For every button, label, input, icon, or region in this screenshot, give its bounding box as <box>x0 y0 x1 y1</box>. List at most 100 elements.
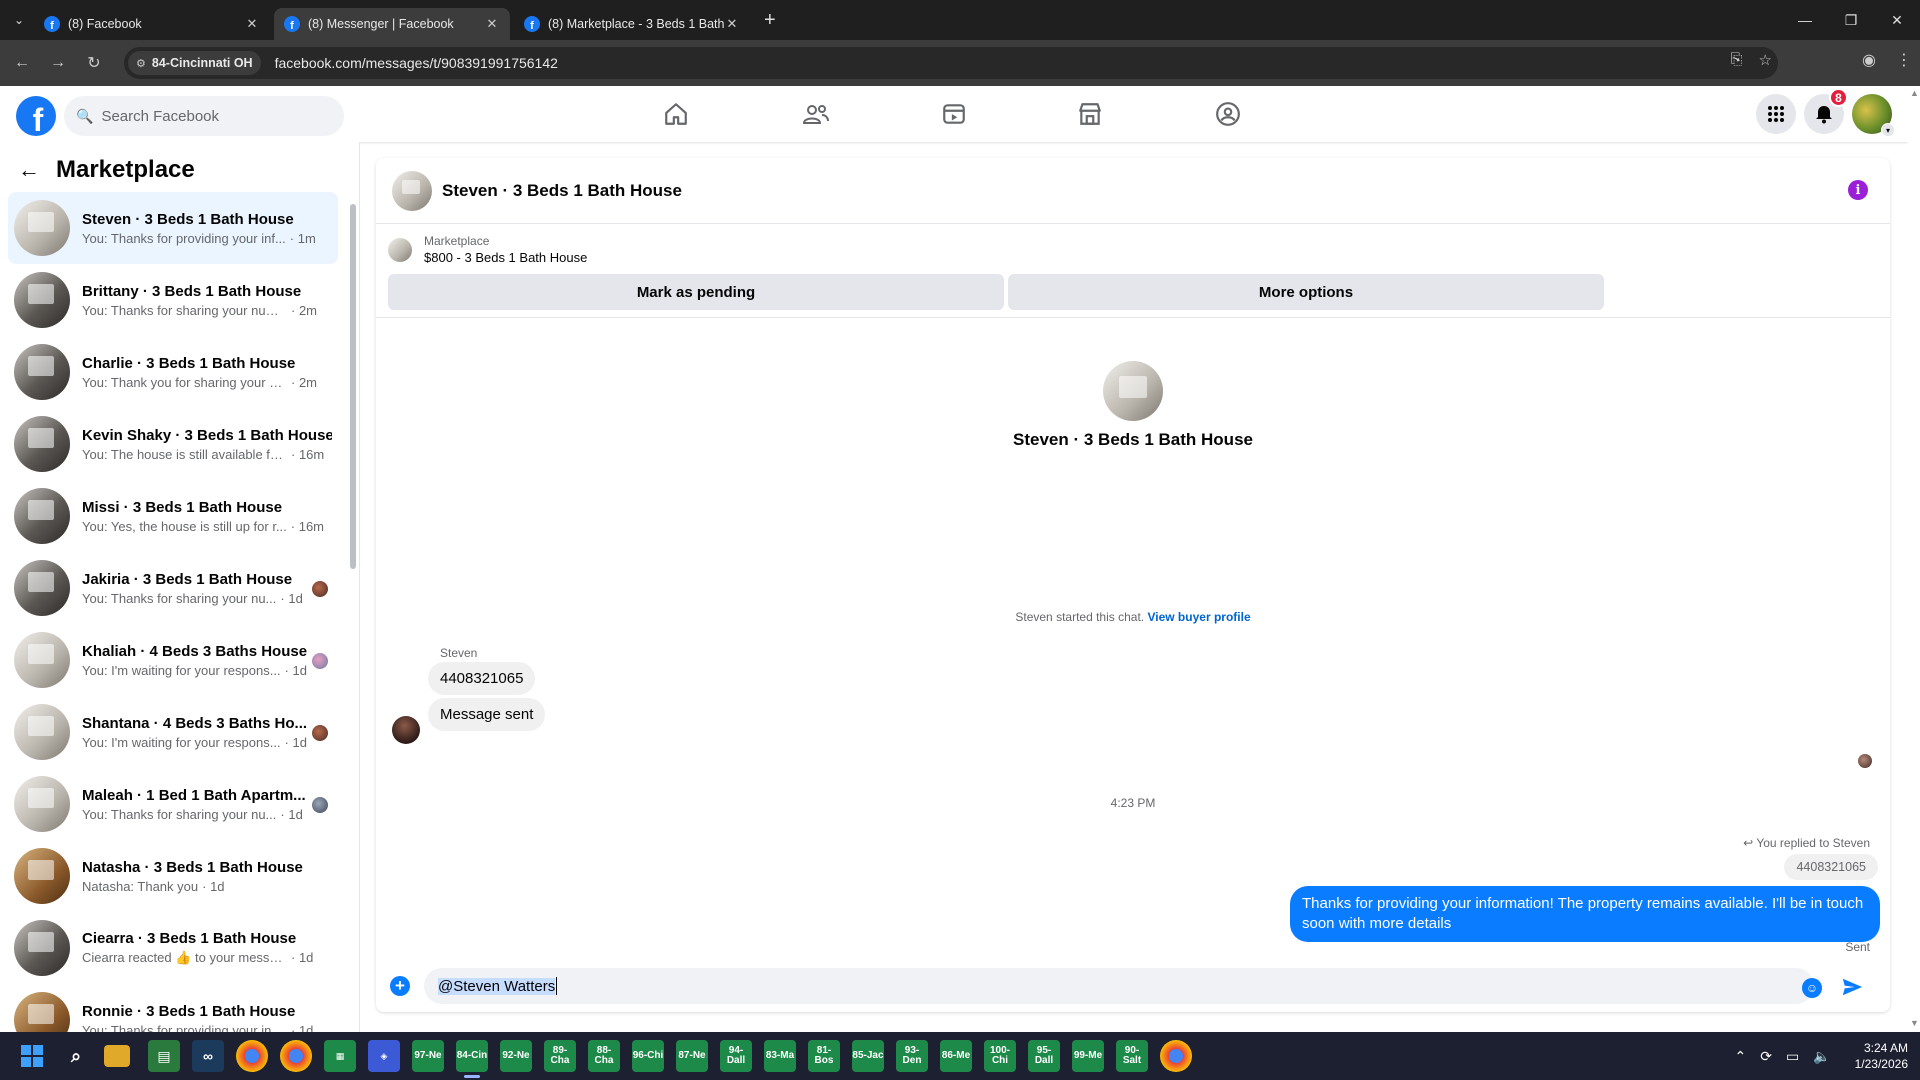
browser-menu-icon[interactable]: ⋮ <box>1896 50 1912 70</box>
taskbar-app-93[interactable]: 93-Den <box>896 1040 928 1072</box>
taskbar-app-86[interactable]: 86-Me <box>940 1040 972 1072</box>
marketplace-icon[interactable] <box>1070 94 1110 134</box>
add-attachment-icon[interactable]: + <box>390 976 410 996</box>
home-icon[interactable] <box>656 94 696 134</box>
chrome-icon[interactable] <box>236 1040 268 1072</box>
new-tab-icon[interactable]: + <box>764 9 776 32</box>
taskbar-app-84[interactable]: 84-Cin <box>456 1040 488 1078</box>
conversation-item[interactable]: Kevin Shaky · 3 Beds 1 Bath House You: T… <box>8 408 338 480</box>
groups-icon[interactable] <box>1208 94 1248 134</box>
quoted-message[interactable]: 4408321065 <box>1784 854 1878 880</box>
conversation-item[interactable]: Jakiria · 3 Beds 1 Bath House You: Thank… <box>8 552 338 624</box>
listing-price[interactable]: $800 - 3 Beds 1 Bath House <box>424 250 587 265</box>
conversation-item[interactable]: Charlie · 3 Beds 1 Bath House You: Thank… <box>8 336 338 408</box>
forward-icon[interactable]: → <box>44 49 72 77</box>
conversation-item[interactable]: Brittany · 3 Beds 1 Bath House You: Than… <box>8 264 338 336</box>
sender-avatar[interactable] <box>392 716 420 744</box>
conversation-item[interactable]: Maleah · 1 Bed 1 Bath Apartm... You: Tha… <box>8 768 338 840</box>
taskbar-app-96[interactable]: 96-Chi <box>632 1040 664 1072</box>
taskbar-app-94[interactable]: 94-Dall <box>720 1040 752 1072</box>
facebook-logo-icon[interactable]: f <box>16 96 56 136</box>
replied-text: You replied to Steven <box>1756 836 1870 850</box>
windows-start-icon[interactable] <box>16 1040 48 1072</box>
taskbar-app-89[interactable]: 89-Cha <box>544 1040 576 1072</box>
conversation-item[interactable]: Steven · 3 Beds 1 Bath House You: Thanks… <box>8 192 338 264</box>
close-tab-icon[interactable]: ✕ <box>484 16 500 32</box>
browser-profile-icon[interactable]: ◉ <box>1862 50 1876 70</box>
taskbar-app-97[interactable]: 97-Ne <box>412 1040 444 1072</box>
taskbar-clock[interactable]: 3:24 AM 1/23/2026 <box>1855 1040 1908 1072</box>
file-explorer-icon[interactable] <box>104 1045 130 1067</box>
menu-grid-icon[interactable] <box>1756 94 1796 134</box>
taskbar-app-87[interactable]: 87-Ne <box>676 1040 708 1072</box>
account-avatar[interactable]: ▾ <box>1852 94 1895 137</box>
send-icon[interactable] <box>1840 975 1864 999</box>
network-icon[interactable]: ▭ <box>1786 1048 1799 1065</box>
back-arrow-icon[interactable]: ← <box>18 157 40 183</box>
taskbar-app-88[interactable]: 88-Cha <box>588 1040 620 1072</box>
spreadsheet-app-icon[interactable]: ▤ <box>148 1040 180 1072</box>
intro-avatar[interactable] <box>1103 361 1163 421</box>
sidebar-scrollbar-thumb[interactable] <box>350 204 356 569</box>
listing-thumbnail[interactable] <box>388 238 412 262</box>
incoming-message-bubble[interactable]: 4408321065 <box>428 662 536 695</box>
back-icon[interactable]: ← <box>8 49 36 77</box>
conversation-item[interactable]: Ronnie · 3 Beds 1 Bath House You: Thanks… <box>8 984 338 1032</box>
reload-icon[interactable]: ↻ <box>80 49 108 77</box>
video-icon[interactable] <box>934 94 974 134</box>
chat-title[interactable]: Steven · 3 Beds 1 Bath House <box>442 181 682 201</box>
more-options-button[interactable]: More options <box>1008 274 1604 310</box>
tab-search-chevron-icon[interactable]: ⌄ <box>8 9 30 31</box>
scroll-up-icon[interactable]: ▲ <box>1910 88 1919 98</box>
conversation-item[interactable]: Shantana · 4 Beds 3 Baths Ho... You: I'm… <box>8 696 338 768</box>
sidebar-scrollbar[interactable] <box>349 192 357 1032</box>
info-icon[interactable]: i <box>1848 180 1868 200</box>
conversation-item[interactable]: Missi · 3 Beds 1 Bath House You: Yes, th… <box>8 480 338 552</box>
omnibox[interactable]: ⚙ 84-Cincinnati OH facebook.com/messages… <box>124 47 1778 79</box>
url-text[interactable]: facebook.com/messages/t/908391991756142 <box>275 55 558 71</box>
incoming-message-bubble[interactable]: Message sent <box>428 698 546 731</box>
taskbar-app-90[interactable]: 90-Salt <box>1116 1040 1148 1072</box>
show-hidden-icons-chevron-icon[interactable]: ⌃ <box>1734 1048 1746 1065</box>
sync-icon[interactable]: ⟳ <box>1760 1048 1772 1065</box>
chat-avatar[interactable] <box>392 170 432 211</box>
tab-marketplace[interactable]: f (8) Marketplace - 3 Beds 1 Bath ✕ <box>514 8 750 40</box>
page-scrollbar[interactable]: ▲ ▼ <box>1908 86 1920 1032</box>
goodreads-app-icon[interactable]: ∞ <box>192 1040 224 1072</box>
emoji-icon[interactable]: ☺ <box>1802 978 1822 998</box>
notifications-bell-icon[interactable]: 8 <box>1804 88 1848 134</box>
search-icon[interactable]: ⌕ <box>60 1040 92 1072</box>
mark-as-pending-button[interactable]: Mark as pending <box>388 274 1004 310</box>
scroll-down-icon[interactable]: ▼ <box>1910 1018 1919 1028</box>
close-tab-icon[interactable]: ✕ <box>724 16 740 32</box>
conversation-item[interactable]: Ciearra · 3 Beds 1 Bath House Ciearra re… <box>8 912 338 984</box>
message-input[interactable]: @Steven Watters <box>424 968 1814 1004</box>
minimize-icon[interactable]: — <box>1782 0 1828 40</box>
taskbar-app-81[interactable]: 81-Bos <box>808 1040 840 1072</box>
close-tab-icon[interactable]: ✕ <box>244 16 260 32</box>
chrome-pinned-icon[interactable] <box>1160 1040 1192 1072</box>
browser-app-icon[interactable]: ◈ <box>368 1040 400 1072</box>
taskbar-app-95[interactable]: 95-Dall <box>1028 1040 1060 1072</box>
taskbar-app-83[interactable]: 83-Ma <box>764 1040 796 1072</box>
taskbar-app-100[interactable]: 100-Chi <box>984 1040 1016 1072</box>
tab-messenger[interactable]: f (8) Messenger | Facebook ✕ <box>274 8 510 40</box>
close-window-icon[interactable]: ✕ <box>1874 0 1920 40</box>
conversation-item[interactable]: Natasha · 3 Beds 1 Bath House Natasha: T… <box>8 840 338 912</box>
conversation-item[interactable]: Khaliah · 4 Beds 3 Baths House You: I'm … <box>8 624 338 696</box>
volume-icon[interactable]: 🔈 <box>1813 1048 1830 1065</box>
bookmark-star-icon[interactable]: ☆ <box>1759 51 1772 69</box>
tab-facebook[interactable]: f (8) Facebook ✕ <box>34 8 270 40</box>
sheets-app-icon[interactable]: ▦ <box>324 1040 356 1072</box>
restore-icon[interactable]: ❐ <box>1828 0 1874 40</box>
outgoing-message-bubble[interactable]: Thanks for providing your information! T… <box>1290 886 1880 942</box>
taskbar-app-85[interactable]: 85-Jac <box>852 1040 884 1072</box>
taskbar-app-92[interactable]: 92-Ne <box>500 1040 532 1072</box>
install-app-icon[interactable]: ⎘ <box>1731 51 1743 69</box>
taskbar-app-99[interactable]: 99-Me <box>1072 1040 1104 1072</box>
facebook-search-input[interactable]: 🔍 Search Facebook <box>64 96 344 136</box>
view-buyer-profile-link[interactable]: View buyer profile <box>1147 610 1250 624</box>
chrome-profile-icon[interactable] <box>280 1040 312 1072</box>
friends-icon[interactable] <box>796 94 836 134</box>
site-info-chip[interactable]: ⚙ 84-Cincinnati OH <box>128 51 261 75</box>
